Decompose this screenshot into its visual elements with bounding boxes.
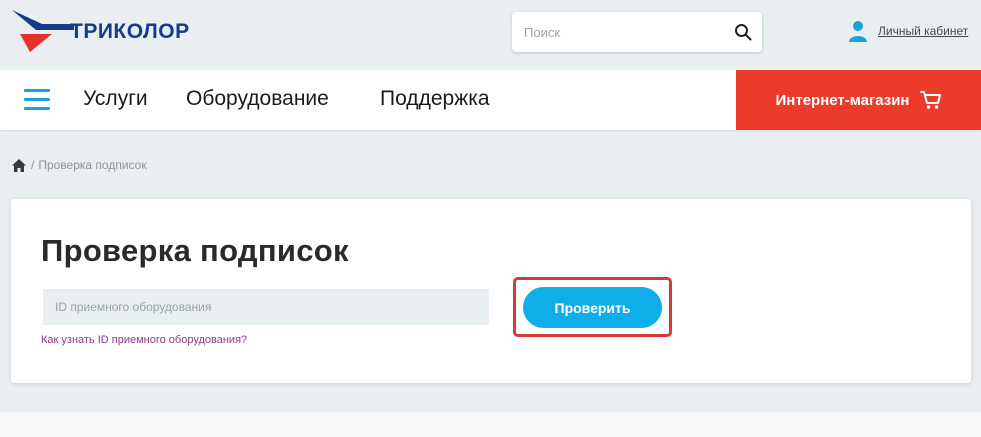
search-input[interactable] <box>512 12 727 52</box>
breadcrumb-current: Проверка подписок <box>38 158 147 172</box>
page-title: Проверка подписок <box>41 233 349 268</box>
cart-icon <box>919 91 941 109</box>
breadcrumb: / Проверка подписок <box>12 158 147 172</box>
nav-item-support[interactable]: Поддержка <box>380 87 490 111</box>
equipment-id-help-link[interactable]: Как узнать ID приемного оборудования? <box>41 334 247 346</box>
account-link[interactable]: Личный кабинет <box>848 20 968 42</box>
search-box <box>512 12 762 52</box>
online-shop-label: Интернет-магазин <box>775 91 910 109</box>
logo-icon <box>12 10 74 52</box>
nav-item-equipment[interactable]: Оборудование <box>186 87 329 111</box>
breadcrumb-separator: / <box>31 158 35 172</box>
main-nav: Услуги Оборудование Поддержка Интернет-м… <box>0 70 981 130</box>
account-label[interactable]: Личный кабинет <box>878 24 968 38</box>
search-icon[interactable] <box>734 23 752 41</box>
brand-logo[interactable]: ТРИКОЛОР <box>12 10 202 56</box>
home-icon[interactable] <box>12 158 26 172</box>
brand-name: ТРИКОЛОР <box>70 20 190 43</box>
footer-strip <box>0 412 981 437</box>
menu-icon[interactable] <box>24 89 50 111</box>
equipment-id-input[interactable] <box>43 289 489 325</box>
nav-item-services[interactable]: Услуги <box>83 87 148 111</box>
check-button[interactable]: Проверить <box>523 287 662 328</box>
online-shop-button[interactable]: Интернет-магазин <box>736 70 981 130</box>
user-icon <box>849 21 867 42</box>
subscription-check-card: Проверка подписок Как узнать ID приемног… <box>11 199 971 383</box>
